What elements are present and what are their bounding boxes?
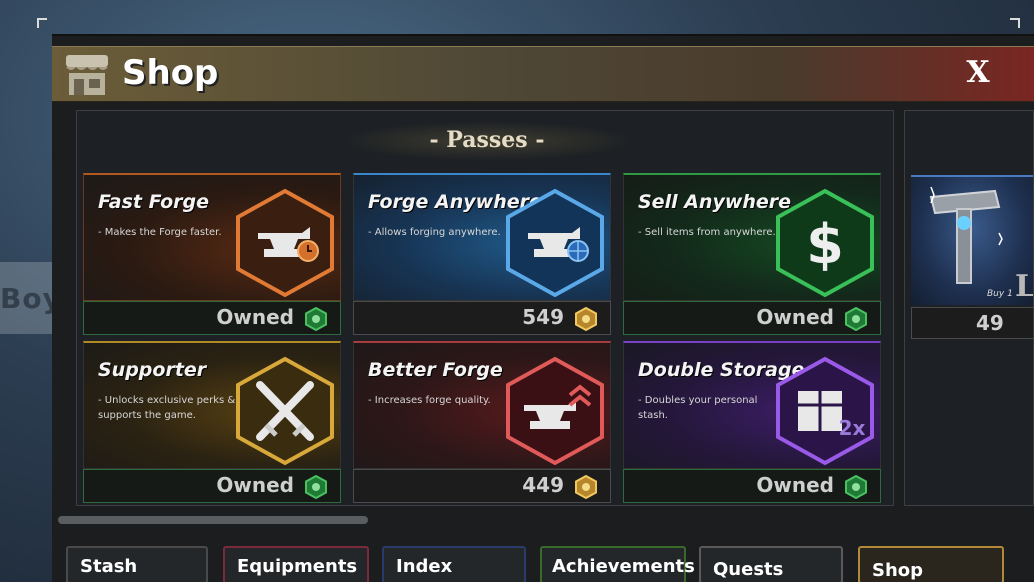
background-player-name: Boy20	[0, 262, 102, 334]
card-footer: Owned	[623, 469, 881, 503]
frame-corner-top-right	[1010, 18, 1020, 28]
owned-check-icon	[845, 307, 867, 331]
buy-quantity-label: Buy 1	[987, 289, 1013, 299]
anvil-globe-icon	[506, 188, 604, 298]
svg-text:$: $	[806, 213, 844, 276]
dollar-icon: $	[776, 188, 874, 298]
owned-label: Owned	[756, 305, 834, 329]
owned-check-icon	[305, 475, 327, 499]
side-items-panel: Buy 1 49 L	[904, 110, 1034, 506]
card-footer: 449	[353, 469, 611, 503]
card-footer: 549	[353, 301, 611, 335]
passes-panel: - Passes - Fast Forge - Makes the Forge …	[76, 110, 894, 506]
frame-corner-top-left	[37, 18, 47, 28]
card-title: Sell Anywhere	[638, 191, 792, 213]
card-description: - Allows forging anywhere.	[368, 227, 501, 238]
card-description: - Makes the Forge faster.	[98, 227, 222, 238]
page-title: Shop	[122, 53, 219, 93]
price-label: 549	[522, 305, 564, 329]
card-body: Better Forge - Increases forge quality.	[353, 341, 611, 469]
storage-2x-icon: 2x	[776, 356, 874, 466]
price-label: 449	[522, 473, 564, 497]
tab-quests[interactable]: Quests	[699, 546, 843, 582]
pass-card-sell-anywhere[interactable]: Sell Anywhere - Sell items from anywhere…	[623, 173, 881, 337]
card-description: - Sell items from anywhere.	[638, 227, 776, 238]
card-title: Better Forge	[368, 359, 503, 381]
tab-achievements[interactable]: Achievements	[540, 546, 695, 582]
card-description: - Unlocks exclusive perks & supports the…	[98, 395, 236, 421]
card-body: Double Storage - Doubles your personal s…	[623, 341, 881, 469]
section-heading: - Passes -	[337, 121, 637, 161]
pass-card-supporter[interactable]: Supporter - Unlocks exclusive perks & su…	[83, 341, 341, 505]
anvil-upgrade-icon	[506, 356, 604, 466]
crossed-swords-icon	[236, 356, 334, 466]
card-footer: Owned	[623, 301, 881, 335]
pass-card-better-forge[interactable]: Better Forge - Increases forge quality. …	[353, 341, 611, 505]
tab-shop[interactable]: Shop	[858, 546, 1004, 582]
owned-check-icon	[845, 475, 867, 499]
price-label: 49	[976, 311, 1004, 335]
card-title: Supporter	[98, 359, 207, 381]
svg-text:2x: 2x	[839, 416, 866, 440]
card-footer: 49	[911, 307, 1033, 339]
close-button[interactable]: X	[962, 55, 994, 95]
card-description: - Increases forge quality.	[368, 395, 491, 406]
tab-equipments[interactable]: Equipments	[223, 546, 369, 582]
pass-card-double-storage[interactable]: Double Storage - Doubles your personal s…	[623, 341, 881, 505]
card-body: Forge Anywhere - Allows forging anywhere…	[353, 173, 611, 301]
shop-storefront-icon	[66, 55, 108, 95]
horizontal-scrollbar[interactable]	[58, 516, 368, 524]
tab-index[interactable]: Index	[382, 546, 526, 582]
partial-label: L	[1015, 269, 1034, 304]
coin-icon	[575, 475, 597, 499]
owned-label: Owned	[756, 473, 834, 497]
owned-label: Owned	[216, 473, 294, 497]
card-title: Fast Forge	[98, 191, 210, 213]
title-bar: Shop X	[52, 46, 1034, 102]
owned-check-icon	[305, 307, 327, 331]
coin-icon	[575, 307, 597, 331]
card-body: Fast Forge - Makes the Forge faster.	[83, 173, 341, 301]
card-footer: Owned	[83, 301, 341, 335]
card-footer: Owned	[83, 469, 341, 503]
hammer-icon	[929, 186, 1003, 284]
card-description: - Doubles your personal stash.	[638, 395, 758, 421]
anvil-clock-icon	[236, 188, 334, 298]
pass-card-forge-anywhere[interactable]: Forge Anywhere - Allows forging anywhere…	[353, 173, 611, 337]
tab-stash[interactable]: Stash	[66, 546, 208, 582]
card-body: Sell Anywhere - Sell items from anywhere…	[623, 173, 881, 301]
owned-label: Owned	[216, 305, 294, 329]
pass-card-fast-forge[interactable]: Fast Forge - Makes the Forge faster. Own…	[83, 173, 341, 337]
shop-window: Shop X - Passes - Fast Forge - Makes the…	[52, 34, 1034, 582]
card-body: Supporter - Unlocks exclusive perks & su…	[83, 341, 341, 469]
